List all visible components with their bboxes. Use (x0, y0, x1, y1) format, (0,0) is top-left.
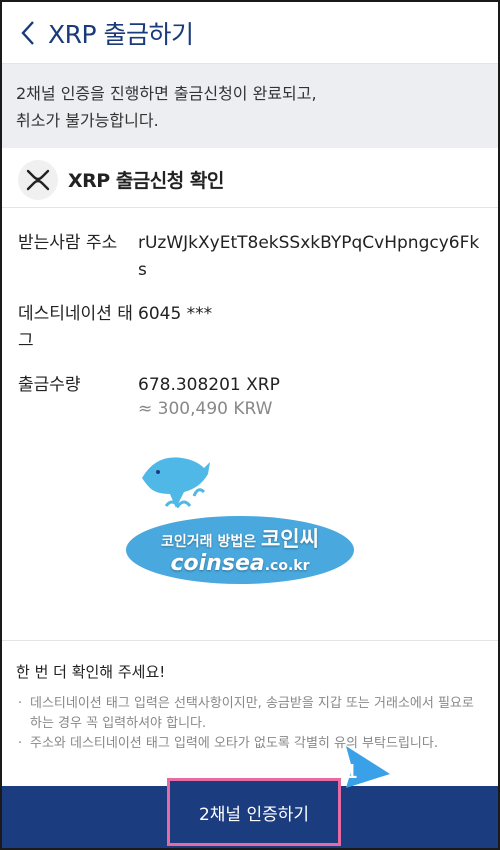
confirm-note: 주소와 데스티네이션 태그 입력에 오타가 없도록 각별히 유의 부탁드립니다. (16, 734, 484, 754)
watermark-bubble: 코인거래 방법은 코인씨 coinsea.co.kr (126, 516, 354, 584)
withdrawal-details: 받는사람 주소 rUzWJkXyEtT8ekSSxkBYPqCvHpngcy6F… (2, 208, 498, 644)
address-label: 받는사람 주소 (18, 233, 118, 253)
confirm-note: 데스티네이션 태그 입력은 선택사항이지만, 송금받을 지갑 또는 거래소에서 … (16, 694, 484, 734)
watermark-domain: coinsea (170, 551, 265, 576)
dolphin-icon (142, 457, 210, 509)
notice-banner: 2채널 인증을 진행하면 출금신청이 완료되고, 취소가 불가능합니다. (2, 64, 498, 148)
step-number: 1 (346, 761, 357, 783)
tag-row: 데스티네이션 태그 6045 *** (18, 301, 482, 355)
amount-label: 출금수량 (18, 375, 81, 395)
notice-line-1: 2채널 인증을 진행하면 출금신청이 완료되고, (16, 84, 317, 103)
back-arrow-icon[interactable] (16, 18, 40, 48)
confirm-title: 한 번 더 확인해 주세요! (16, 663, 166, 681)
watermark-line-1: 코인거래 방법은 코인씨 (161, 523, 319, 553)
amount-row: 출금수량 678.308201 XRP ≈ 300,490 KRW (18, 372, 482, 419)
header: XRP 출금하기 (2, 2, 498, 64)
coinsea-watermark: 코인거래 방법은 코인씨 coinsea.co.kr (126, 448, 356, 588)
section-title: XRP 출금신청 확인 (68, 170, 224, 192)
watermark-domain-suffix: .co.kr (264, 558, 310, 574)
app-screen: XRP 출금하기 2채널 인증을 진행하면 출금신청이 완료되고, 취소가 불가… (0, 0, 500, 850)
watermark-line-2: coinsea.co.kr (170, 553, 309, 577)
address-value: rUzWJkXyEtT8ekSSxkBYPqCvHpngcy6Fks (138, 233, 480, 280)
amount-value: 678.308201 XRP (138, 375, 280, 395)
xrp-logo-icon (18, 159, 58, 200)
step-annotation-arrow-icon: 1 (346, 746, 390, 788)
page-title: XRP 출금하기 (48, 19, 194, 49)
address-row: 받는사람 주소 rUzWJkXyEtT8ekSSxkBYPqCvHpngcy6F… (18, 230, 482, 284)
amount-krw: ≈ 300,490 KRW (138, 399, 273, 419)
watermark-brand: 코인씨 (260, 527, 319, 551)
bottom-action-bar: 2채널 인증하기 (2, 778, 498, 848)
notice-line-2: 취소가 불가능합니다. (16, 111, 159, 130)
confirm-section: 한 번 더 확인해 주세요! 데스티네이션 태그 입력은 선택사항이지만, 송금… (2, 640, 498, 754)
watermark-prefix: 코인거래 방법은 (161, 534, 257, 550)
tag-label: 데스티네이션 태그 (18, 304, 133, 351)
tag-value: 6045 *** (138, 304, 213, 324)
amount-values: 678.308201 XRP ≈ 300,490 KRW (138, 372, 280, 419)
two-channel-auth-button[interactable]: 2채널 인증하기 (167, 778, 341, 846)
section-header: XRP 출금신청 확인 (2, 152, 498, 208)
